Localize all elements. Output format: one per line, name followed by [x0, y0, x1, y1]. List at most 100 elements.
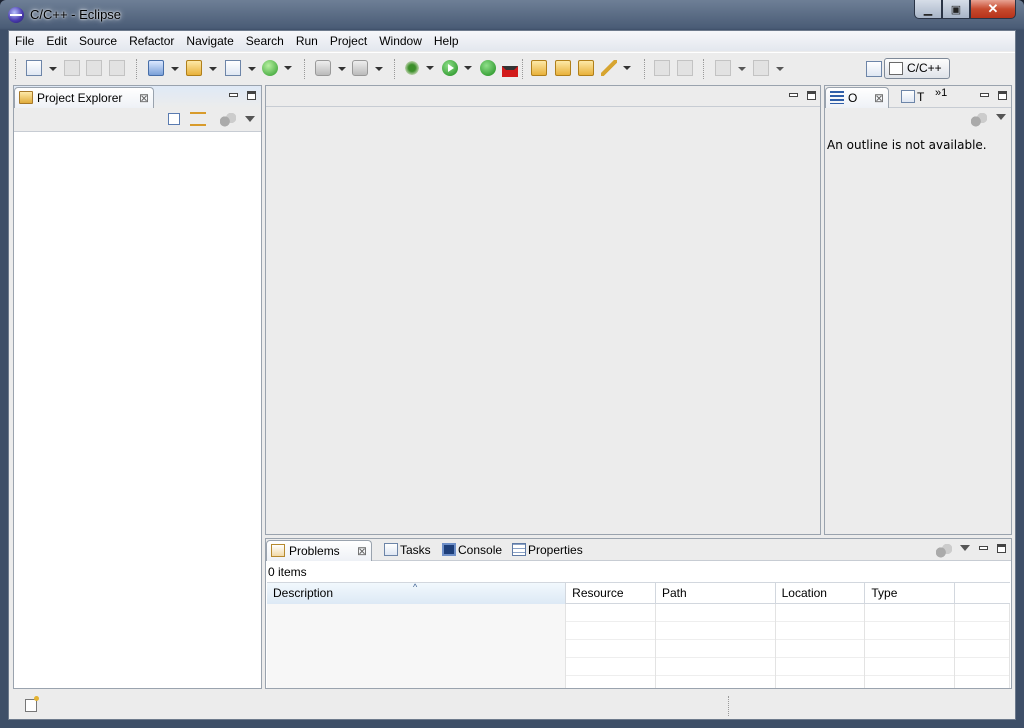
- column-path[interactable]: Path: [656, 583, 776, 604]
- minimize-button[interactable]: ▁: [914, 0, 942, 19]
- close-tab-icon[interactable]: ⊠: [874, 88, 884, 108]
- perspective-bar: C/C++: [866, 58, 1016, 82]
- save-all-icon[interactable]: [86, 60, 102, 76]
- table-row[interactable]: [267, 676, 1010, 688]
- editor-area: [265, 85, 821, 535]
- external-tools-icon[interactable]: [480, 60, 518, 77]
- perspective-c-cpp-button[interactable]: C/C++: [884, 58, 950, 79]
- menu-help[interactable]: Help: [428, 31, 465, 51]
- column-resource[interactable]: Resource: [566, 583, 656, 604]
- new-icon[interactable]: [26, 60, 57, 76]
- minimize-view-icon[interactable]: [228, 90, 239, 100]
- synchronize-icon[interactable]: [971, 113, 987, 127]
- tasks-icon: [384, 543, 398, 556]
- menu-navigate[interactable]: Navigate: [180, 31, 239, 51]
- title-bar[interactable]: C/C++ - Eclipse ▁ ▣ ✕: [0, 0, 1024, 30]
- toggle-mark-occurrences-icon[interactable]: [654, 60, 670, 76]
- table-row[interactable]: [267, 658, 1010, 676]
- new-folder-icon[interactable]: [186, 60, 217, 76]
- project-tree[interactable]: [14, 133, 261, 688]
- maximize-view-icon[interactable]: [997, 90, 1008, 100]
- close-button[interactable]: ✕: [970, 0, 1016, 19]
- maximize-view-icon[interactable]: [996, 543, 1007, 553]
- maximize-editor-icon[interactable]: [806, 90, 817, 100]
- search-icon[interactable]: [601, 60, 631, 76]
- table-row[interactable]: [267, 622, 1010, 640]
- toolbar-separator: [304, 59, 305, 79]
- open-perspective-icon[interactable]: [866, 61, 882, 77]
- menu-refactor[interactable]: Refactor: [123, 31, 180, 51]
- tab-project-explorer[interactable]: Project Explorer ⊠: [14, 87, 154, 108]
- menu-search[interactable]: Search: [240, 31, 290, 51]
- window-title: C/C++ - Eclipse: [30, 7, 122, 22]
- collapse-all-icon[interactable]: [168, 113, 180, 125]
- new-c-project-icon[interactable]: [148, 60, 179, 76]
- perspective-label: C/C++: [907, 61, 942, 75]
- tab-problems[interactable]: Problems ⊠: [266, 540, 372, 561]
- next-annotation-icon[interactable]: [715, 60, 746, 76]
- build-config-icon[interactable]: [352, 60, 383, 76]
- print-icon[interactable]: [109, 60, 125, 76]
- table-cell: [656, 604, 776, 622]
- tab-label: Project Explorer: [37, 91, 123, 105]
- tab-console[interactable]: Console: [438, 540, 504, 561]
- minimize-view-icon[interactable]: [979, 90, 990, 100]
- open-folder-icon[interactable]: [578, 60, 594, 76]
- menu-file[interactable]: File: [9, 31, 40, 51]
- tab-properties[interactable]: Properties: [508, 540, 588, 561]
- toolbar-separator: [136, 59, 137, 79]
- tab-outline[interactable]: O ⊠: [825, 87, 889, 108]
- table-cell: [267, 676, 567, 688]
- run-icon[interactable]: [442, 60, 472, 76]
- save-icon[interactable]: [64, 60, 80, 76]
- synchronize-icon[interactable]: [220, 113, 236, 127]
- outline-message: An outline is not available.: [827, 138, 987, 152]
- new-c-file-icon[interactable]: [225, 60, 256, 76]
- close-tab-icon[interactable]: ⊠: [357, 541, 367, 561]
- tab-tasks[interactable]: Tasks: [380, 540, 436, 561]
- minimize-editor-icon[interactable]: [788, 90, 799, 100]
- new-class-icon[interactable]: [262, 60, 292, 76]
- outline-icon: [830, 91, 844, 104]
- c-perspective-icon: [889, 62, 903, 75]
- more-views-chevron[interactable]: »1: [935, 87, 947, 99]
- table-row[interactable]: [267, 640, 1010, 658]
- view-menu-icon[interactable]: [960, 545, 970, 551]
- view-menu-icon[interactable]: [245, 116, 255, 122]
- menu-run[interactable]: Run: [290, 31, 324, 51]
- table-cell: [267, 604, 567, 622]
- show-whitespace-icon[interactable]: [677, 60, 693, 76]
- problems-panel: Problems ⊠ Tasks Console Properties 0 it…: [265, 538, 1012, 689]
- tab-label: O: [848, 91, 858, 105]
- maximize-button[interactable]: ▣: [942, 0, 970, 19]
- debug-icon[interactable]: [404, 60, 434, 76]
- column-description[interactable]: ^ Description: [267, 582, 567, 604]
- table-cell: [776, 622, 866, 640]
- open-element-icon[interactable]: [555, 60, 571, 76]
- menu-edit[interactable]: Edit: [40, 31, 73, 51]
- menu-window[interactable]: Window: [373, 31, 428, 51]
- menu-source[interactable]: Source: [73, 31, 123, 51]
- column-label: Location: [781, 586, 827, 600]
- tab-label: Problems: [289, 544, 340, 558]
- minimize-view-icon[interactable]: [978, 543, 989, 553]
- open-type-icon[interactable]: [531, 60, 547, 76]
- link-with-editor-icon[interactable]: [190, 112, 206, 126]
- menu-project[interactable]: Project: [324, 31, 373, 51]
- project-explorer-header: Project Explorer ⊠: [14, 86, 261, 108]
- tab-task-list[interactable]: T: [897, 87, 937, 108]
- view-menu-icon[interactable]: [996, 114, 1006, 120]
- build-icon[interactable]: [315, 60, 346, 76]
- close-tab-icon[interactable]: ⊠: [139, 88, 149, 108]
- synchronize-icon[interactable]: [936, 544, 952, 558]
- fast-view-icon[interactable]: [25, 696, 39, 712]
- toolbar-separator: [703, 59, 704, 79]
- previous-annotation-icon[interactable]: [753, 60, 784, 76]
- table-cell: [865, 658, 956, 676]
- table-cell: [955, 640, 1010, 658]
- column-location[interactable]: Location: [776, 583, 866, 604]
- maximize-view-icon[interactable]: [246, 90, 257, 100]
- table-row[interactable]: [267, 604, 1010, 622]
- table-cell: [566, 640, 656, 658]
- column-type[interactable]: Type: [865, 583, 956, 604]
